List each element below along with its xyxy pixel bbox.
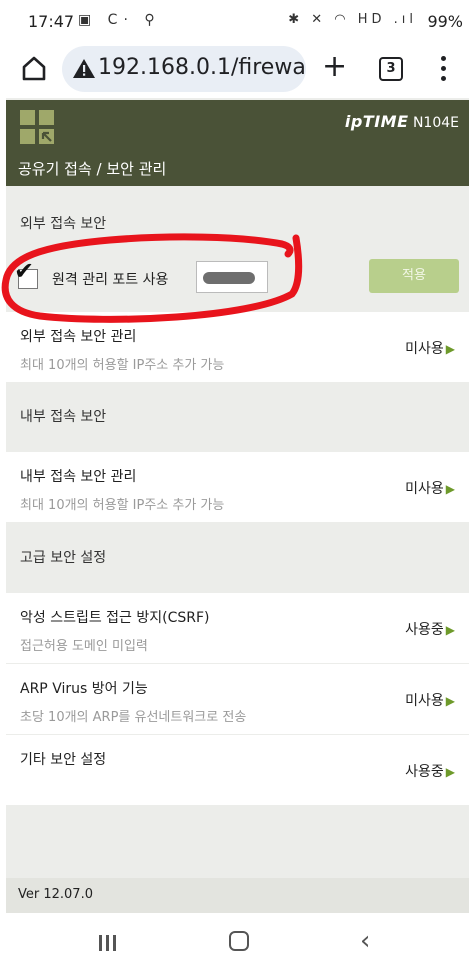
arrow-right-icon: ▶: [445, 482, 455, 496]
item-title: ARP Virus 방어 기능: [20, 681, 148, 697]
item-description: 접근허용 도메인 미입력: [20, 639, 148, 654]
battery-level: 99%: [427, 12, 463, 31]
iptime-logo-icon[interactable]: [20, 110, 54, 144]
nav-home-icon[interactable]: [229, 931, 249, 951]
recent-apps-icon[interactable]: [98, 933, 118, 953]
item-title: 외부 접속 보안 관리: [20, 329, 137, 345]
status-bar: 17:47 ▣ C· ⚲ ✱ ✕ ◠ HD .ıl 99%: [0, 0, 473, 40]
remote-management-row: ✔ 원격 관리 포트 사용 적용: [6, 255, 469, 313]
system-icons: ✱ ✕ ◠ HD .ıl: [288, 12, 417, 27]
section-internal-security: 내부 접속 보안: [6, 393, 469, 435]
item-description: 최대 10개의 허용할 IP주소 추가 가능: [20, 358, 225, 373]
apply-button[interactable]: 적용: [369, 259, 459, 293]
section-title: 고급 보안 설정: [20, 550, 107, 566]
notification-icons: ▣ C· ⚲: [78, 12, 161, 28]
list-item-csrf[interactable]: 악성 스트립트 접근 방지(CSRF) 접근허용 도메인 미입력 사용중 ▶: [6, 593, 469, 663]
url-text: 192.168.0.1/firewa: [98, 55, 306, 80]
item-status: 미사용 ▶: [405, 693, 455, 709]
home-icon[interactable]: [20, 54, 48, 82]
brand-model: ipTIME N104E: [345, 112, 459, 131]
remote-port-input[interactable]: [196, 261, 268, 293]
browser-toolbar: 192.168.0.1/firewa + 3: [0, 40, 473, 98]
version-text: Ver 12.07.0: [18, 887, 93, 902]
footer: Ver 12.07.0: [6, 878, 469, 913]
router-admin-page: ipTIME N104E 공유기 접속 / 보안 관리 외부 접속 보안 ✔ 원…: [6, 98, 469, 913]
status-time: 17:47: [28, 12, 75, 31]
list-item-internal-security[interactable]: 내부 접속 보안 관리 최대 10개의 허용할 IP주소 추가 가능 미사용 ▶: [6, 452, 469, 522]
section-title: 외부 접속 보안: [20, 216, 107, 232]
redacted-port-value: [203, 272, 255, 284]
brand-name: ipTIME: [344, 112, 409, 131]
section-advanced-security: 고급 보안 설정: [6, 534, 469, 576]
new-tab-plus-icon[interactable]: +: [322, 52, 347, 82]
list-item-arp-virus[interactable]: ARP Virus 방어 기능 초당 10개의 ARP를 유선네트워크로 전송 …: [6, 664, 469, 734]
item-status: 미사용 ▶: [405, 481, 455, 497]
list-item-other-security[interactable]: 기타 보안 설정 사용중 ▶: [6, 735, 469, 805]
item-status: 사용중 ▶: [405, 622, 455, 638]
android-nav-bar: ‹: [0, 913, 473, 977]
router-header: ipTIME N104E 공유기 접속 / 보안 관리: [6, 100, 469, 186]
back-icon[interactable]: ‹: [360, 928, 370, 954]
item-title: 기타 보안 설정: [20, 752, 107, 768]
item-status: 미사용 ▶: [405, 341, 455, 357]
item-title: 악성 스트립트 접근 방지(CSRF): [20, 610, 210, 626]
overflow-menu-icon[interactable]: [438, 56, 448, 84]
address-bar[interactable]: 192.168.0.1/firewa: [62, 46, 306, 92]
arrow-right-icon: ▶: [445, 623, 455, 637]
tab-switcher-button[interactable]: 3: [379, 57, 403, 81]
section-title: 내부 접속 보안: [20, 409, 107, 425]
item-description: 초당 10개의 ARP를 유선네트워크로 전송: [20, 710, 247, 725]
remote-management-label: 원격 관리 포트 사용: [52, 272, 169, 288]
item-title: 내부 접속 보안 관리: [20, 469, 137, 485]
checkmark-icon: ✔: [14, 257, 35, 285]
item-status: 사용중 ▶: [405, 764, 455, 780]
arrow-right-icon: ▶: [445, 342, 455, 356]
arrow-right-icon: ▶: [445, 694, 455, 708]
page-title: 공유기 접속 / 보안 관리: [18, 160, 167, 178]
arrow-right-icon: ▶: [445, 765, 455, 779]
section-external-security: 외부 접속 보안: [6, 200, 469, 242]
item-description: 최대 10개의 허용할 IP주소 추가 가능: [20, 498, 225, 513]
model-name: N104E: [412, 115, 459, 131]
warning-icon[interactable]: [72, 57, 96, 81]
list-item-external-security[interactable]: 외부 접속 보안 관리 최대 10개의 허용할 IP주소 추가 가능 미사용 ▶: [6, 312, 469, 382]
